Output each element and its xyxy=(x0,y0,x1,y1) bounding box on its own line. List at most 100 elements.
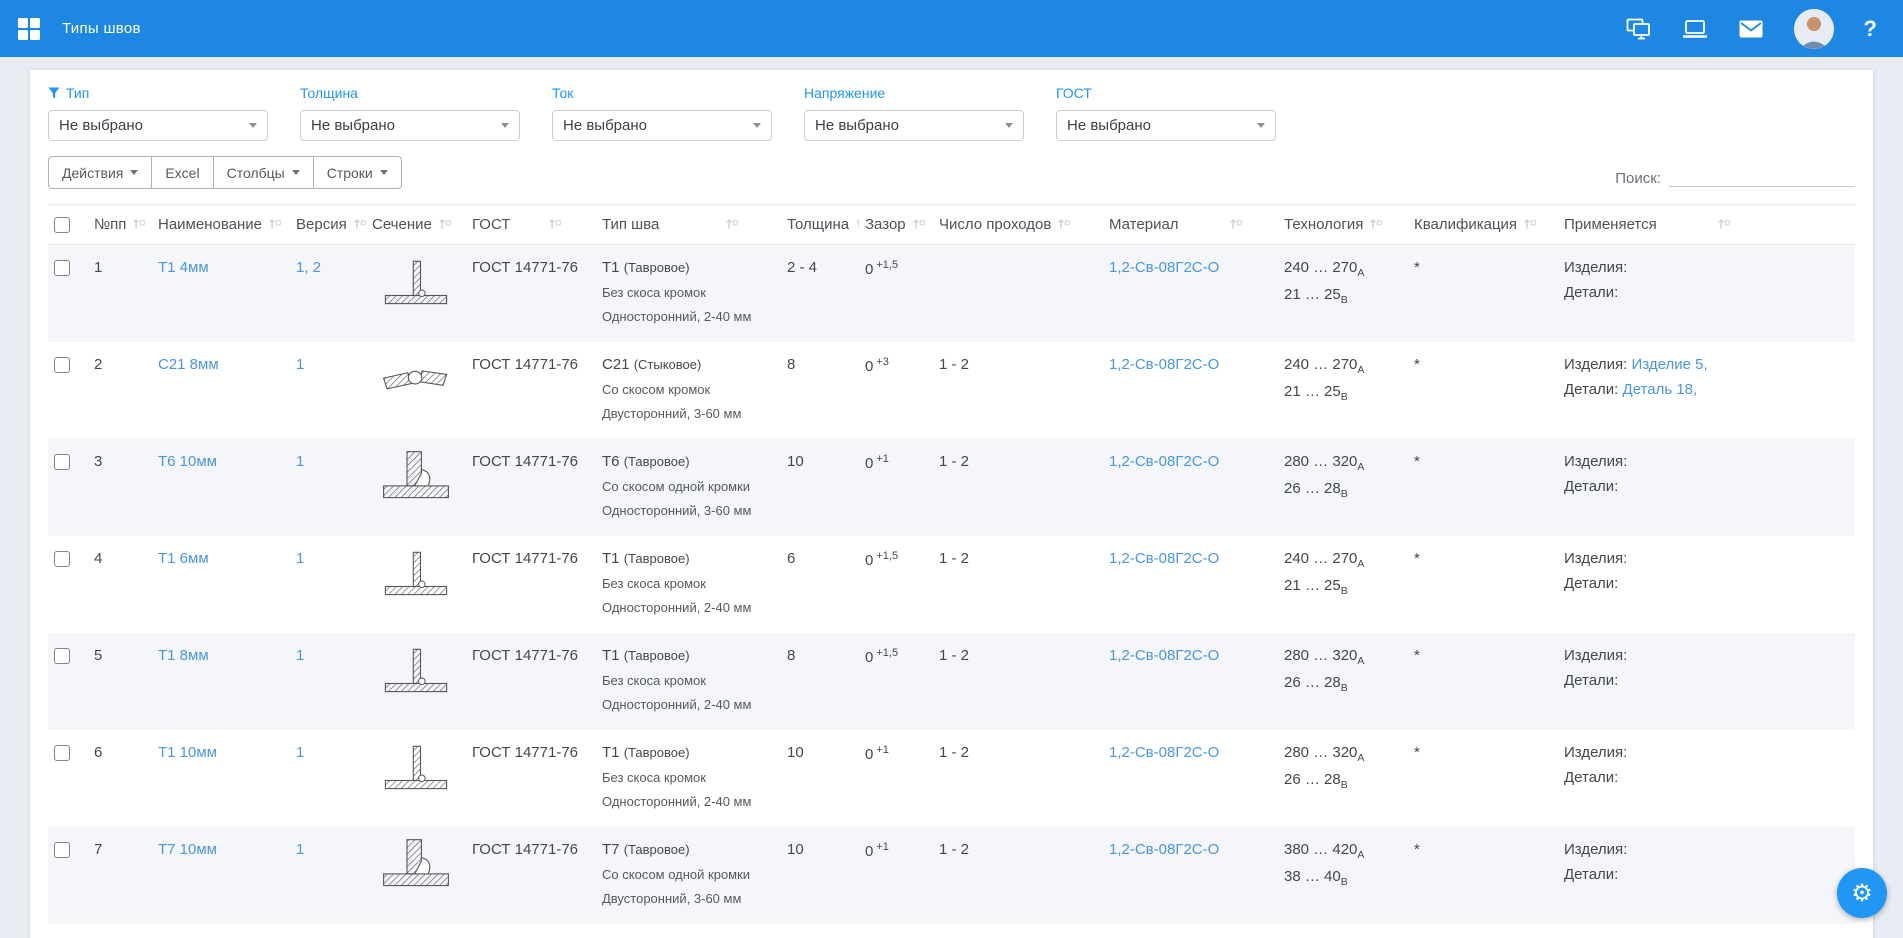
actions-button[interactable]: Действия xyxy=(48,156,152,189)
product-link[interactable]: Изделие 5, xyxy=(1632,356,1708,373)
version-link[interactable]: 1 xyxy=(296,356,304,373)
table-row: 7 Т7 10мм 1 ГОСТ 14771-76 Т7 (Тавровое) … xyxy=(48,827,1855,924)
sort-icon[interactable] xyxy=(268,217,282,231)
seam-name-link[interactable]: С21 8мм xyxy=(158,356,219,373)
rows-button[interactable]: Строки xyxy=(313,156,402,189)
seam-code: Т1 xyxy=(602,647,620,664)
col-header-gap: Зазор xyxy=(865,216,906,233)
tech-current: 280 … 320 xyxy=(1284,744,1357,761)
gost-value: ГОСТ 14771-76 xyxy=(472,259,578,276)
avatar[interactable] xyxy=(1794,9,1834,49)
row-number: 3 xyxy=(94,453,102,470)
tech-voltage-unit: В xyxy=(1341,391,1348,403)
screens-icon[interactable] xyxy=(1626,18,1652,40)
apps-grid-icon[interactable] xyxy=(18,18,40,40)
version-link[interactable]: 1 xyxy=(296,550,304,567)
material-link[interactable]: 1,2-Св-08Г2С-О xyxy=(1109,259,1219,276)
sort-icon[interactable] xyxy=(912,217,926,231)
tech-voltage: 26 … 28 xyxy=(1284,771,1341,788)
chevron-down-icon xyxy=(1005,123,1013,128)
row-checkbox[interactable] xyxy=(54,551,70,567)
row-checkbox[interactable] xyxy=(54,454,70,470)
search-input[interactable] xyxy=(1669,165,1855,187)
sort-icon[interactable] xyxy=(1523,217,1537,231)
page-title: Типы швов xyxy=(62,20,141,37)
excel-button[interactable]: Excel xyxy=(151,156,213,189)
tech-current: 280 … 320 xyxy=(1284,453,1357,470)
actions-button-label: Действия xyxy=(62,165,123,181)
detail-link[interactable]: Деталь 18, xyxy=(1623,381,1698,398)
seam-name-link[interactable]: Т1 10мм xyxy=(158,744,217,761)
gap-tolerance: +3 xyxy=(876,356,889,368)
thickness-value: 10 xyxy=(787,744,804,761)
columns-button[interactable]: Столбцы xyxy=(213,156,314,189)
material-link[interactable]: 1,2-Св-08Г2С-О xyxy=(1109,647,1219,664)
version-link[interactable]: 1, 2 xyxy=(296,259,321,276)
select-all-checkbox[interactable] xyxy=(54,217,70,233)
seam-desc-1: Со скосом одной кромки xyxy=(602,479,775,494)
sort-icon[interactable] xyxy=(1369,217,1383,231)
filter-current-select[interactable]: Не выбрано xyxy=(552,110,772,141)
thickness-value: 10 xyxy=(787,453,804,470)
filter-type-select[interactable]: Не выбрано xyxy=(48,110,268,141)
row-checkbox[interactable] xyxy=(54,260,70,276)
table-body: 1 Т1 4мм 1, 2 ГОСТ 14771-76 Т1 (Тавровое… xyxy=(48,245,1855,924)
tech-voltage-unit: В xyxy=(1341,779,1348,791)
sort-icon[interactable] xyxy=(1717,217,1731,231)
row-checkbox[interactable] xyxy=(54,357,70,373)
tech-voltage: 26 … 28 xyxy=(1284,674,1341,691)
sort-icon[interactable] xyxy=(1057,217,1071,231)
chevron-down-icon xyxy=(380,170,388,175)
sort-icon[interactable] xyxy=(548,217,562,231)
seam-name-link[interactable]: Т1 8мм xyxy=(158,647,209,664)
version-link[interactable]: 1 xyxy=(296,647,304,664)
tech-current: 280 … 320 xyxy=(1284,647,1357,664)
search-label: Поиск: xyxy=(1615,170,1661,187)
filter-voltage-select[interactable]: Не выбрано xyxy=(804,110,1024,141)
table-row: 5 Т1 8мм 1 ГОСТ 14771-76 Т1 (Тавровое) Б… xyxy=(48,633,1855,730)
seam-desc-2: Двусторонний, 3-60 мм xyxy=(602,891,775,906)
row-number: 6 xyxy=(94,744,102,761)
version-link[interactable]: 1 xyxy=(296,453,304,470)
material-link[interactable]: 1,2-Св-08Г2С-О xyxy=(1109,841,1219,858)
settings-fab-button[interactable]: ⚙ xyxy=(1837,868,1887,918)
col-header-applies: Применяется xyxy=(1564,216,1657,233)
row-checkbox[interactable] xyxy=(54,648,70,664)
details-label: Детали: xyxy=(1564,769,1618,786)
seam-name-link[interactable]: Т7 10мм xyxy=(158,841,217,858)
filter-gost-select[interactable]: Не выбрано xyxy=(1056,110,1276,141)
filter-thickness-select[interactable]: Не выбрано xyxy=(300,110,520,141)
laptop-icon[interactable] xyxy=(1682,18,1708,40)
material-link[interactable]: 1,2-Св-08Г2С-О xyxy=(1109,356,1219,373)
products-label: Изделия: xyxy=(1564,453,1627,470)
seam-name-link[interactable]: Т1 4мм xyxy=(158,259,209,276)
chevron-down-icon xyxy=(130,170,138,175)
row-checkbox[interactable] xyxy=(54,842,70,858)
mail-icon[interactable] xyxy=(1738,18,1764,40)
gost-value: ГОСТ 14771-76 xyxy=(472,453,578,470)
seam-kind: (Тавровое) xyxy=(624,842,690,857)
seam-name-link[interactable]: Т1 6мм xyxy=(158,550,209,567)
content-card: Тип Не выбрано Толщина Не выбрано Ток Не… xyxy=(30,70,1873,938)
sort-icon[interactable] xyxy=(1229,217,1243,231)
sort-icon[interactable] xyxy=(438,217,452,231)
row-checkbox[interactable] xyxy=(54,745,70,761)
sort-icon[interactable] xyxy=(132,217,146,231)
filter-funnel-icon xyxy=(48,87,60,99)
sort-icon[interactable] xyxy=(855,217,859,231)
sort-icon[interactable] xyxy=(353,217,366,231)
material-link[interactable]: 1,2-Св-08Г2С-О xyxy=(1109,550,1219,567)
help-icon[interactable]: ? xyxy=(1864,16,1877,42)
gost-value: ГОСТ 14771-76 xyxy=(472,356,578,373)
sort-icon[interactable] xyxy=(725,217,739,231)
version-link[interactable]: 1 xyxy=(296,841,304,858)
material-link[interactable]: 1,2-Св-08Г2С-О xyxy=(1109,453,1219,470)
filter-thickness-value: Не выбрано xyxy=(311,117,395,134)
material-link[interactable]: 1,2-Св-08Г2С-О xyxy=(1109,744,1219,761)
col-header-gost: ГОСТ xyxy=(472,216,510,233)
qualification-value: * xyxy=(1414,356,1420,373)
version-link[interactable]: 1 xyxy=(296,744,304,761)
seam-name-link[interactable]: Т6 10мм xyxy=(158,453,217,470)
details-label: Детали: xyxy=(1564,381,1618,398)
filter-thickness-label: Толщина xyxy=(300,85,358,101)
